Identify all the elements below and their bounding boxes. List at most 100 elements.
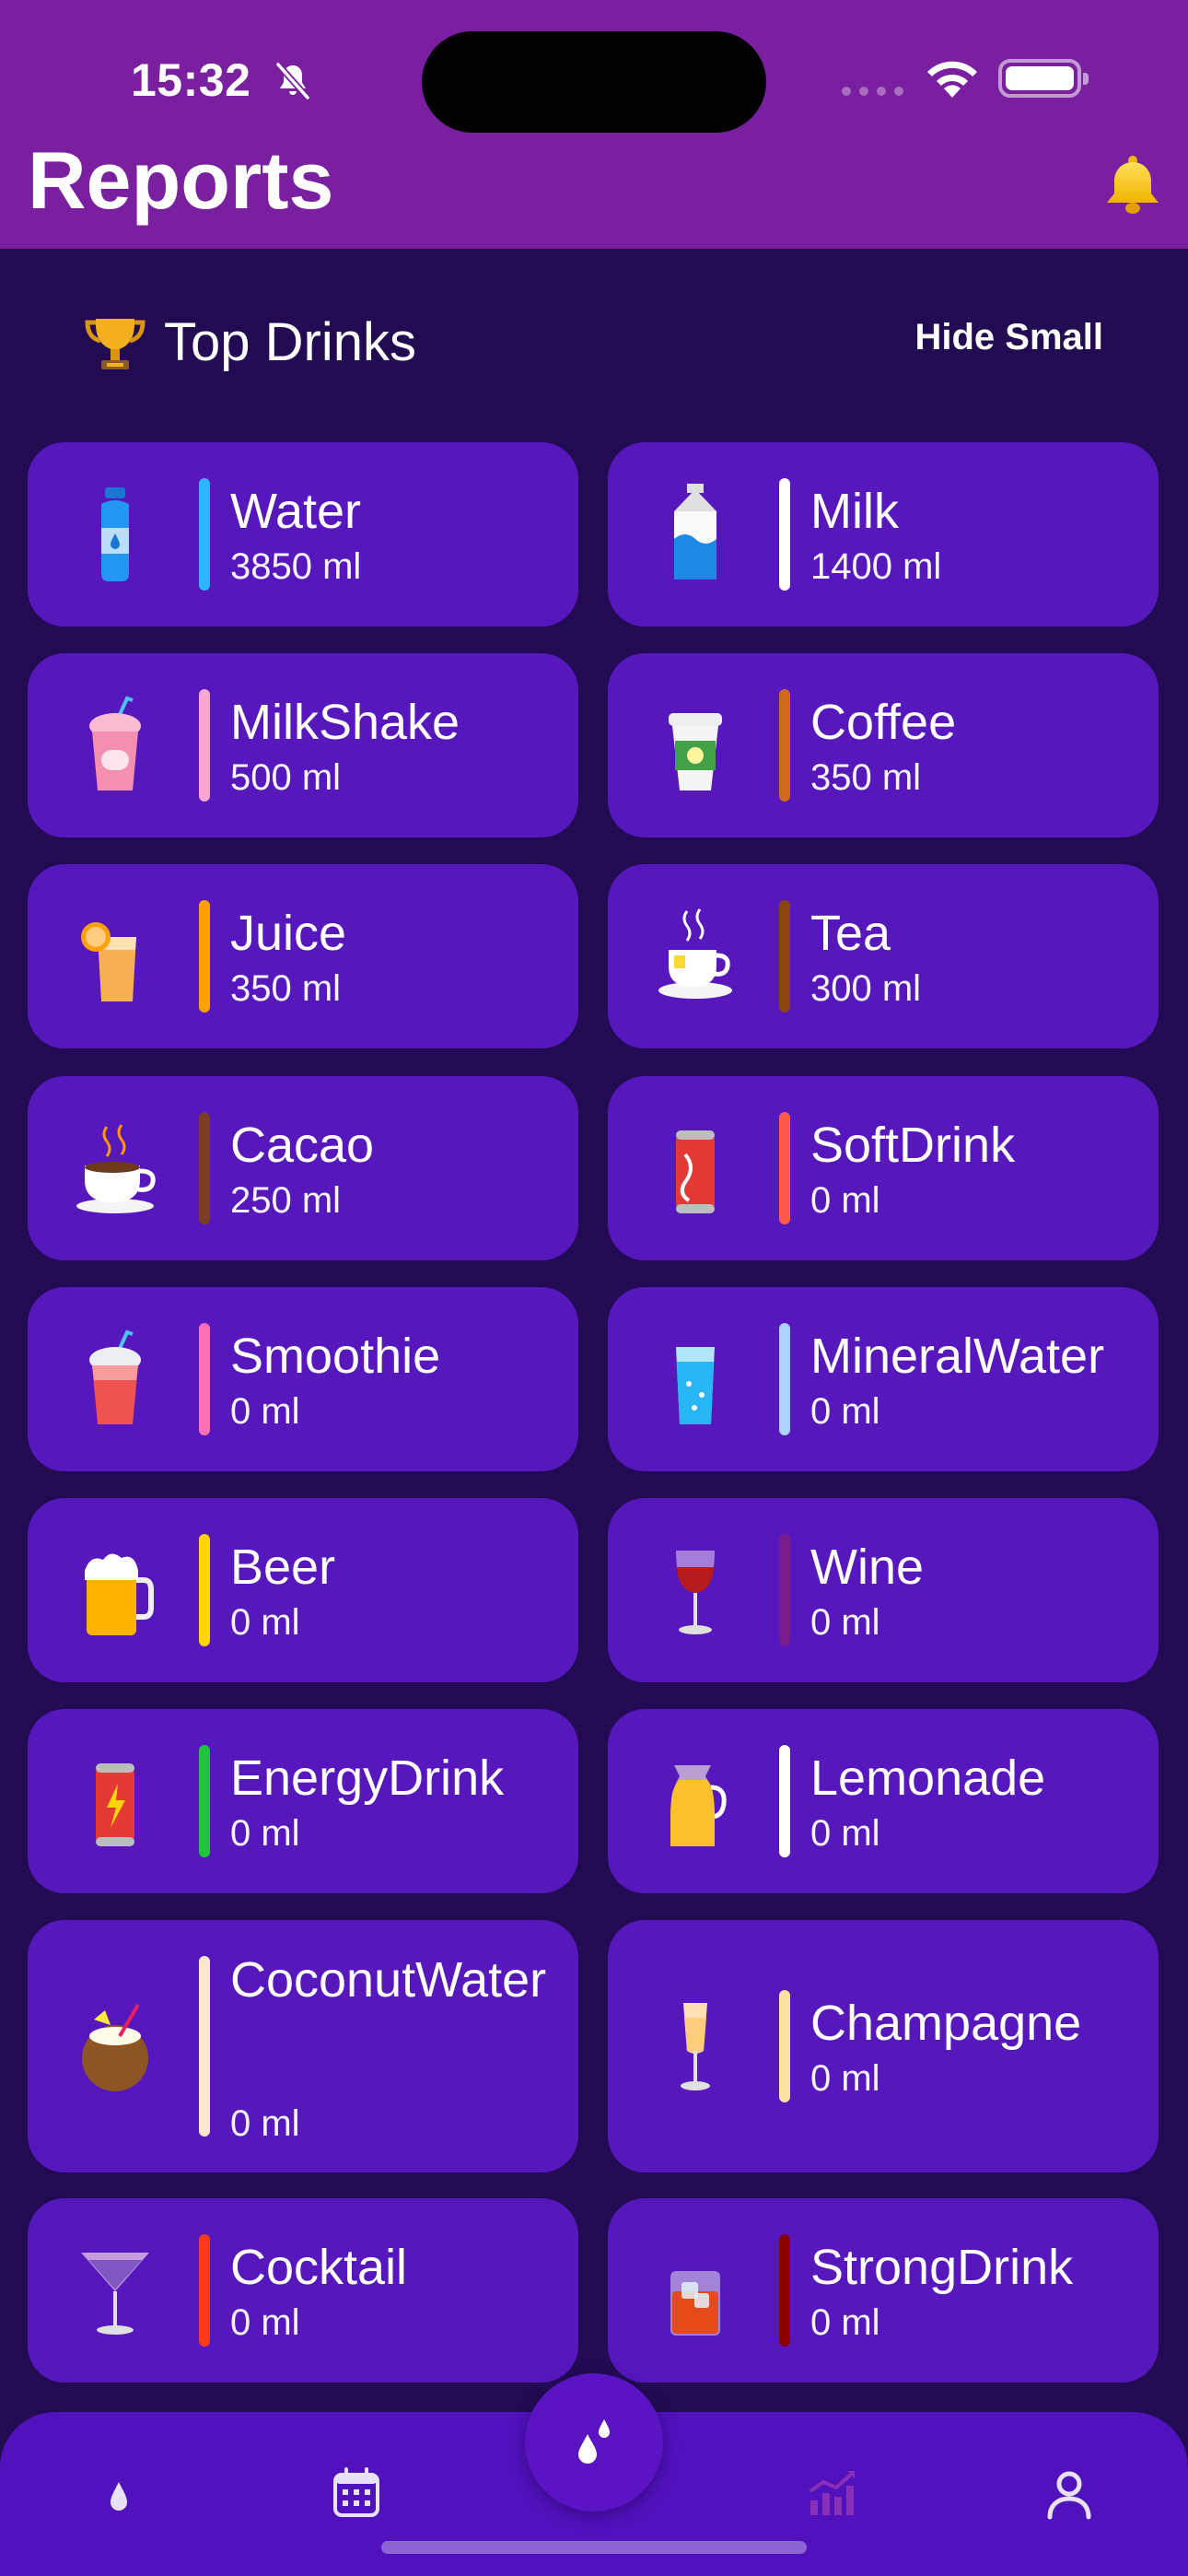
milkshake-cup-icon bbox=[89, 696, 141, 790]
drink-color-bar bbox=[199, 1534, 210, 1646]
smoothie-cup-icon bbox=[89, 1329, 141, 1424]
drink-name: StrongDrink bbox=[810, 2240, 1074, 2295]
drink-color-bar bbox=[779, 689, 790, 802]
drink-name: Tea bbox=[810, 906, 891, 961]
app-header: 15:32 Reports bbox=[0, 0, 1188, 249]
drink-name: EnergyDrink bbox=[230, 1751, 505, 1806]
drink-color-bar bbox=[779, 1534, 790, 1646]
drink-amount: 0 ml bbox=[230, 1391, 300, 1432]
drink-card-milk-shake[interactable]: MilkShake 500 ml bbox=[28, 653, 578, 837]
drink-color-bar bbox=[199, 1112, 210, 1224]
drink-amount: 300 ml bbox=[810, 968, 922, 1009]
add-drink-button[interactable] bbox=[525, 2373, 663, 2512]
dynamic-island bbox=[422, 31, 766, 133]
drink-card-champagne[interactable]: Champagne 0 ml bbox=[608, 1920, 1159, 2172]
drink-amount: 0 ml bbox=[230, 1602, 300, 1643]
hide-small-button[interactable]: Hide Small bbox=[914, 317, 1103, 358]
drink-color-bar bbox=[779, 1990, 790, 2102]
drink-card-coconut-water[interactable]: CoconutWater 0 ml bbox=[28, 1920, 578, 2172]
drink-amount: 250 ml bbox=[230, 1180, 342, 1221]
drink-color-bar bbox=[199, 900, 210, 1013]
drink-name: CoconutWater bbox=[230, 1952, 547, 2008]
drink-color-bar bbox=[779, 1323, 790, 1435]
drink-name: Coffee bbox=[810, 695, 957, 750]
drink-name: Water bbox=[230, 484, 362, 539]
drink-amount: 0 ml bbox=[230, 2302, 300, 2343]
drink-color-bar bbox=[779, 900, 790, 1013]
status-bar: 15:32 bbox=[0, 0, 1188, 147]
drink-name: Champagne bbox=[810, 1996, 1082, 2051]
drink-card-tea[interactable]: Tea 300 ml bbox=[608, 864, 1159, 1048]
champagne-flute-icon bbox=[681, 2003, 710, 2090]
status-time: 15:32 bbox=[131, 54, 251, 106]
cacao-cup-icon bbox=[76, 1124, 156, 1213]
drink-amount: 0 ml bbox=[810, 1813, 880, 1854]
drink-amount: 0 ml bbox=[810, 1180, 880, 1221]
drink-card-water[interactable]: Water 3850 ml bbox=[28, 442, 578, 626]
drink-color-bar bbox=[779, 1112, 790, 1224]
tea-cup-icon bbox=[658, 908, 732, 999]
coffee-cup-icon bbox=[669, 713, 722, 790]
notification-bell-icon[interactable] bbox=[1101, 155, 1164, 216]
soda-can-icon bbox=[676, 1130, 715, 1213]
drink-card-milk[interactable]: Milk 1400 ml bbox=[608, 442, 1159, 626]
drink-color-bar bbox=[199, 1323, 210, 1435]
drink-amount: 0 ml bbox=[810, 1602, 880, 1643]
drink-card-strong-drink[interactable]: StrongDrink 0 ml bbox=[608, 2198, 1159, 2383]
wine-glass-icon bbox=[676, 1551, 715, 1634]
drink-card-energy-drink[interactable]: EnergyDrink 0 ml bbox=[28, 1709, 578, 1893]
drink-amount: 0 ml bbox=[810, 2302, 880, 2343]
drink-name: Lemonade bbox=[810, 1751, 1046, 1806]
drink-amount: 0 ml bbox=[810, 2058, 880, 2099]
drink-amount: 0 ml bbox=[810, 1391, 880, 1432]
drink-card-soft-drink[interactable]: SoftDrink 0 ml bbox=[608, 1076, 1159, 1260]
drink-card-coffee[interactable]: Coffee 350 ml bbox=[608, 653, 1159, 837]
drink-color-bar bbox=[199, 1956, 210, 2137]
whiskey-glass-icon bbox=[670, 2271, 720, 2336]
drink-amount: 1400 ml bbox=[810, 546, 942, 587]
drink-name: Smoothie bbox=[230, 1329, 441, 1384]
drink-name: Wine bbox=[810, 1540, 925, 1595]
water-drop-icon[interactable] bbox=[87, 2462, 151, 2526]
coconut-icon bbox=[82, 2003, 148, 2091]
drink-name: Beer bbox=[230, 1540, 336, 1595]
drink-amount: 350 ml bbox=[810, 757, 922, 798]
silent-mode-icon bbox=[275, 62, 310, 100]
drink-color-bar bbox=[779, 2234, 790, 2347]
drink-color-bar bbox=[199, 2234, 210, 2347]
drink-name: Cacao bbox=[230, 1118, 375, 1173]
two-drops-icon bbox=[578, 2419, 610, 2464]
drink-card-smoothie[interactable]: Smoothie 0 ml bbox=[28, 1287, 578, 1471]
water-bottle-icon bbox=[101, 487, 129, 581]
mineral-water-glass-icon bbox=[676, 1347, 715, 1424]
cellular-signal-icon bbox=[842, 87, 904, 98]
calendar-icon[interactable] bbox=[324, 2462, 389, 2526]
drink-amount: 500 ml bbox=[230, 757, 342, 798]
person-icon[interactable] bbox=[1037, 2462, 1101, 2526]
drink-amount: 350 ml bbox=[230, 968, 342, 1009]
drink-card-wine[interactable]: Wine 0 ml bbox=[608, 1498, 1159, 1682]
drink-name: MineralWater bbox=[810, 1329, 1105, 1384]
juice-glass-icon bbox=[81, 922, 136, 1001]
drink-card-beer[interactable]: Beer 0 ml bbox=[28, 1498, 578, 1682]
drink-card-mineral-water[interactable]: MineralWater 0 ml bbox=[608, 1287, 1159, 1471]
section-header: Top Drinks bbox=[83, 310, 416, 374]
drink-name: SoftDrink bbox=[810, 1118, 1016, 1173]
milk-carton-icon bbox=[674, 484, 716, 580]
lemonade-jug-icon bbox=[670, 1765, 727, 1846]
bar-chart-icon[interactable] bbox=[799, 2462, 864, 2526]
drink-color-bar bbox=[199, 689, 210, 802]
energy-drink-can-icon bbox=[96, 1763, 134, 1846]
trophy-icon bbox=[85, 319, 146, 369]
drink-amount: 3850 ml bbox=[230, 546, 362, 587]
drink-card-juice[interactable]: Juice 350 ml bbox=[28, 864, 578, 1048]
drink-amount: 0 ml bbox=[230, 2103, 300, 2144]
page-title: Reports bbox=[28, 135, 334, 226]
cocktail-glass-icon bbox=[81, 2253, 149, 2335]
drink-card-cacao[interactable]: Cacao 250 ml bbox=[28, 1076, 578, 1260]
drink-amount: 0 ml bbox=[230, 1813, 300, 1854]
section-title: Top Drinks bbox=[164, 311, 416, 372]
home-indicator bbox=[381, 2541, 807, 2554]
drink-card-lemonade[interactable]: Lemonade 0 ml bbox=[608, 1709, 1159, 1893]
drink-card-cocktail[interactable]: Cocktail 0 ml bbox=[28, 2198, 578, 2383]
